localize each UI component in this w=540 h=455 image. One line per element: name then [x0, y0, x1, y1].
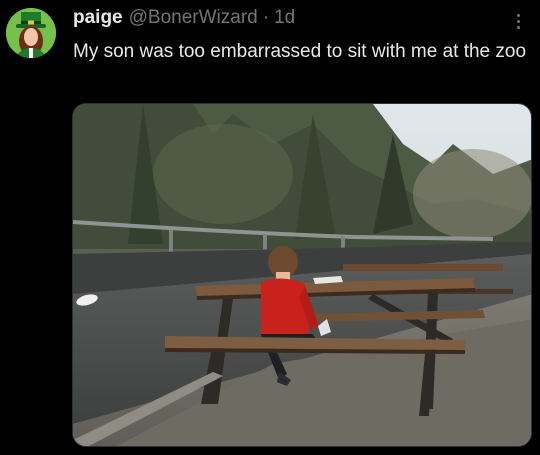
avatar-image: [6, 8, 56, 58]
more-options-icon[interactable]: [508, 10, 528, 32]
more-dot: [516, 19, 520, 23]
separator-dot: ·: [262, 7, 270, 28]
photo-picnic-table-boy: [73, 104, 531, 446]
tweet-text: My son was too embarrassed to sit with m…: [73, 41, 527, 62]
avatar[interactable]: [6, 8, 56, 58]
tweet[interactable]: paige @BonerWizard · 1d My son was too e…: [0, 0, 540, 455]
display-name[interactable]: paige: [73, 6, 123, 30]
more-dot: [516, 25, 520, 29]
timestamp[interactable]: 1d: [274, 6, 295, 30]
tweet-header: paige @BonerWizard · 1d: [73, 6, 295, 30]
user-handle[interactable]: @BonerWizard: [129, 6, 258, 30]
tweet-photo[interactable]: [72, 103, 532, 447]
more-dot: [516, 13, 520, 17]
